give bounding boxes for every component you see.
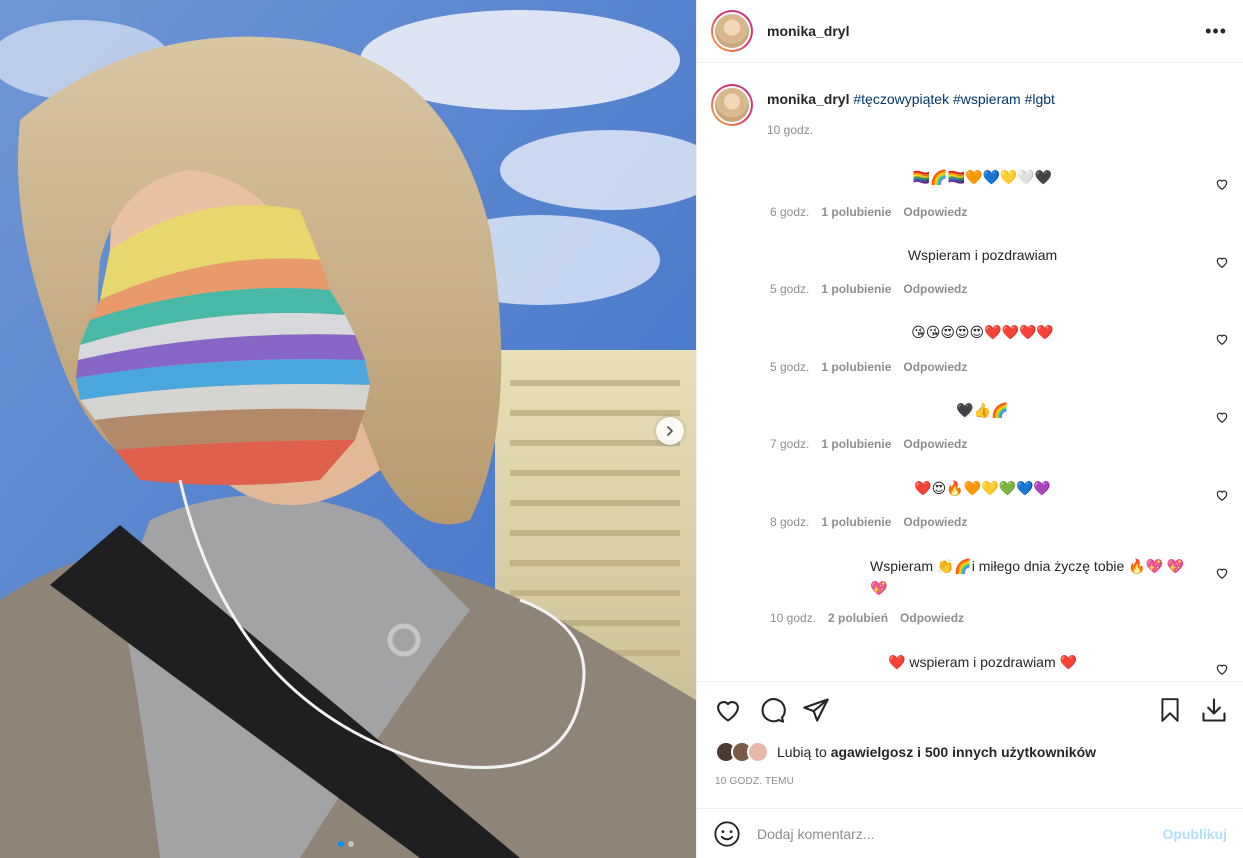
comment-like-heart-icon[interactable] (1215, 662, 1229, 676)
comment-text: Wspieram i pozdrawiam (907, 247, 1058, 263)
hashtag-link[interactable]: #lgbt (1025, 91, 1055, 107)
share-icon (803, 698, 829, 722)
comment-icon (761, 698, 786, 723)
carousel-dot-2 (348, 841, 354, 847)
download-button[interactable] (1199, 695, 1229, 725)
comment-like-heart-icon[interactable] (1215, 488, 1229, 502)
bookmark-icon (1161, 698, 1179, 722)
caption-time: 10 godz. (767, 123, 814, 137)
reply-button[interactable]: Odpowiedz (903, 515, 967, 529)
post-header: monika_dryl ••• (697, 0, 1243, 63)
comment-text: 😘😘😍😍😍❤️❤️❤️❤️ (911, 324, 1054, 340)
comment-text: 🖤👍🌈 (956, 402, 1009, 418)
author-username[interactable]: monika_dryl (767, 23, 849, 39)
more-icon[interactable]: ••• (1205, 21, 1227, 42)
likes-summary: Lubią to agawielgosz i 500 innych użytko… (697, 738, 1243, 766)
comment-meta: 5 godz. 1 polubienie Odpowiedz (770, 282, 967, 296)
comment-time[interactable]: 6 godz. (770, 205, 809, 219)
comment-likes[interactable]: 1 polubienie (821, 205, 891, 219)
comment-like-heart-icon[interactable] (1215, 332, 1229, 346)
reply-button[interactable]: Odpowiedz (903, 437, 967, 451)
reply-button[interactable]: Odpowiedz (903, 360, 967, 374)
add-comment-bar: Opublikuj (697, 808, 1243, 858)
comment-time[interactable]: 10 godz. (770, 611, 816, 625)
caption-username[interactable]: monika_dryl (767, 91, 849, 107)
comment-meta: 7 godz. 1 polubienie Odpowiedz (770, 437, 967, 451)
comment-likes[interactable]: 1 polubienie (821, 515, 891, 529)
reply-button[interactable]: Odpowiedz (903, 282, 967, 296)
comment-like-heart-icon[interactable] (1215, 177, 1229, 191)
likes-prefix: Lubią to (777, 744, 827, 760)
emoji-icon[interactable] (713, 820, 741, 848)
comment-likes[interactable]: 1 polubienie (821, 437, 891, 451)
comment-time[interactable]: 8 godz. (770, 515, 809, 529)
post-actions: Lubią to agawielgosz i 500 innych użytko… (697, 681, 1243, 797)
comments-list[interactable]: monika_dryl #tęczowypiątek #wspieram #lg… (697, 64, 1243, 681)
comment-like-heart-icon[interactable] (1215, 566, 1229, 580)
comment-text: ❤️😍🔥🧡💛💚💙💜 (914, 480, 1051, 496)
comment-button[interactable] (757, 695, 787, 725)
comment-meta: 8 godz. 1 polubienie Odpowiedz (770, 515, 967, 529)
publish-button[interactable]: Opublikuj (1162, 826, 1227, 842)
save-button[interactable] (1155, 695, 1185, 725)
carousel-dots (338, 841, 354, 847)
author-avatar[interactable] (711, 10, 753, 52)
share-button[interactable] (801, 695, 831, 725)
photo-scene (0, 0, 696, 858)
hashtag-link[interactable]: #tęczowypiątek (853, 91, 949, 107)
carousel-dot-1 (338, 841, 344, 847)
reply-button[interactable]: Odpowiedz (900, 611, 964, 625)
comment-time[interactable]: 5 godz. (770, 360, 809, 374)
reply-button[interactable]: Odpowiedz (903, 205, 967, 219)
hashtag-link[interactable]: #wspieram (953, 91, 1021, 107)
post-caption: monika_dryl #tęczowypiątek #wspieram #lg… (711, 64, 1227, 137)
comment-meta: 10 godz. 2 polubień Odpowiedz (770, 611, 964, 625)
comment-text: ❤️ wspieram i pozdrawiam ❤️ (888, 654, 1077, 670)
liker-username[interactable]: agawielgosz (831, 744, 913, 760)
instagram-post-view: monika_dryl ••• monika_dryl #tęczowypiąt… (0, 0, 1243, 858)
comment-like-heart-icon[interactable] (1215, 255, 1229, 269)
comment-text: Wspieram 👏🌈i miłego dnia życzę tobie 🔥💖 … (870, 558, 1185, 596)
caption-avatar[interactable] (711, 84, 753, 126)
comment-text: 🏳️‍🌈🌈🏳️‍🌈🧡💙💛🤍🖤 (912, 169, 1053, 185)
comment-likes[interactable]: 2 polubień (828, 611, 888, 625)
comment-likes[interactable]: 1 polubienie (821, 360, 891, 374)
like-heart-icon (717, 701, 739, 722)
post-photo[interactable] (0, 0, 696, 858)
comment-time[interactable]: 5 godz. (770, 282, 809, 296)
post-time[interactable]: 10 godz. temu (697, 766, 1243, 797)
liker-avatar[interactable] (747, 741, 769, 763)
comment-meta: 5 godz. 1 polubienie Odpowiedz (770, 360, 967, 374)
comment-time[interactable]: 7 godz. (770, 437, 809, 451)
comment-likes[interactable]: 1 polubienie (821, 282, 891, 296)
post-side-panel: monika_dryl ••• monika_dryl #tęczowypiąt… (696, 0, 1243, 858)
download-icon (1202, 698, 1226, 722)
like-button[interactable] (713, 695, 743, 725)
comment-input[interactable] (757, 825, 1163, 842)
comment-meta: 6 godz. 1 polubienie Odpowiedz (770, 205, 967, 219)
chevron-right-icon (667, 426, 673, 436)
likes-count-link[interactable]: i 500 innych użytkowników (917, 744, 1096, 760)
next-photo-button[interactable] (656, 417, 684, 445)
action-bar (697, 682, 1243, 738)
comment-like-heart-icon[interactable] (1215, 410, 1229, 424)
